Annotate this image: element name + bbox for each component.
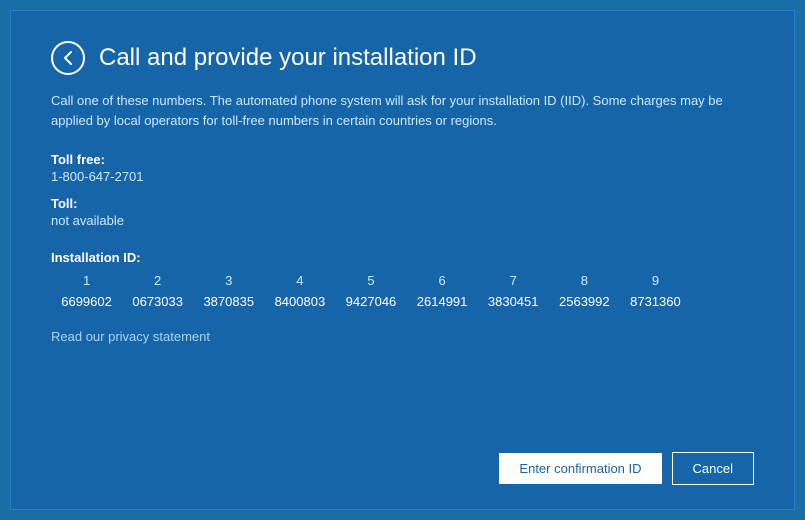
id-col-val-4: 8400803 bbox=[264, 294, 335, 309]
id-col-val-1: 6699602 bbox=[51, 294, 122, 309]
id-col-num-3: 3 bbox=[193, 273, 264, 290]
id-col-num-5: 5 bbox=[335, 273, 406, 290]
back-button[interactable] bbox=[51, 41, 85, 75]
id-col-num-8: 8 bbox=[549, 273, 620, 290]
toll-free-label: Toll free: bbox=[51, 152, 754, 167]
id-col-num-9: 9 bbox=[620, 273, 691, 290]
enter-confirmation-button[interactable]: Enter confirmation ID bbox=[499, 453, 661, 484]
id-col-num-7: 7 bbox=[478, 273, 549, 290]
id-col-num-4: 4 bbox=[264, 273, 335, 290]
main-window: Call and provide your installation ID Ca… bbox=[10, 10, 795, 510]
toll-value: not available bbox=[51, 213, 754, 228]
installation-id-section: Installation ID: 123456789 66996020673033… bbox=[51, 250, 754, 309]
back-arrow-icon bbox=[60, 50, 76, 66]
toll-section: Toll: not available bbox=[51, 196, 754, 228]
id-col-val-9: 8731360 bbox=[620, 294, 691, 309]
id-col-val-8: 2563992 bbox=[549, 294, 620, 309]
installation-id-grid: 123456789 6699602067303338708358400803942… bbox=[51, 273, 691, 309]
id-col-num-1: 1 bbox=[51, 273, 122, 290]
id-col-val-6: 2614991 bbox=[407, 294, 478, 309]
toll-label: Toll: bbox=[51, 196, 754, 211]
id-col-val-7: 3830451 bbox=[478, 294, 549, 309]
privacy-link[interactable]: Read our privacy statement bbox=[51, 329, 754, 344]
footer: Enter confirmation ID Cancel bbox=[51, 452, 754, 485]
toll-free-value: 1-800-647-2701 bbox=[51, 169, 754, 184]
id-col-num-6: 6 bbox=[407, 273, 478, 290]
installation-id-label: Installation ID: bbox=[51, 250, 754, 265]
id-col-val-2: 0673033 bbox=[122, 294, 193, 309]
toll-free-section: Toll free: 1-800-647-2701 bbox=[51, 152, 754, 184]
page-title: Call and provide your installation ID bbox=[99, 44, 477, 73]
cancel-button[interactable]: Cancel bbox=[672, 452, 754, 485]
description-text: Call one of these numbers. The automated… bbox=[51, 91, 731, 130]
id-col-val-5: 9427046 bbox=[335, 294, 406, 309]
header: Call and provide your installation ID bbox=[51, 41, 754, 75]
id-col-val-3: 3870835 bbox=[193, 294, 264, 309]
id-col-num-2: 2 bbox=[122, 273, 193, 290]
